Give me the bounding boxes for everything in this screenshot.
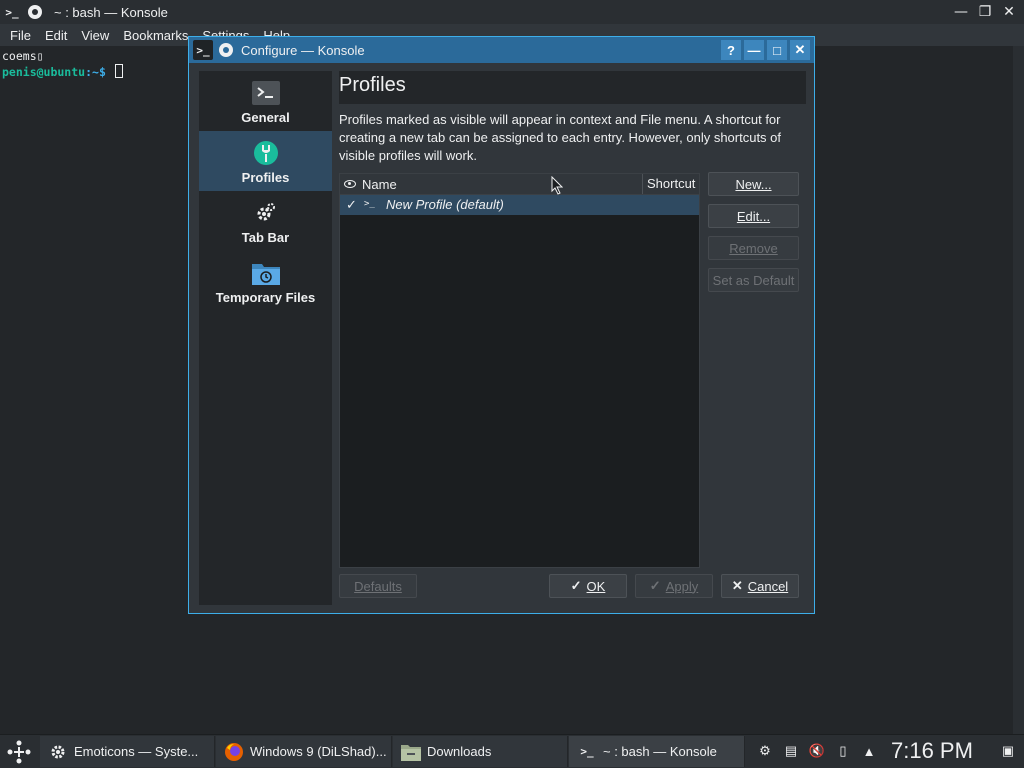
visible-checkbox[interactable]: ✓ [346, 197, 357, 213]
help-button[interactable]: ? [721, 40, 741, 60]
folder-clock-icon [251, 260, 280, 286]
column-header-name[interactable]: Name [362, 177, 397, 192]
terminal-prompt-line: penis@ubuntu:~$ [2, 64, 123, 79]
task-label: Downloads [427, 744, 492, 759]
close-button[interactable]: ✕ [790, 40, 810, 60]
task-firefox[interactable]: Windows 9 (DiLShad)... [216, 736, 392, 767]
task-label: ~ : bash — Konsole [603, 744, 717, 759]
profile-name: New Profile (default) [386, 197, 504, 212]
sidebar-item-temporary-files[interactable]: Temporary Files [199, 251, 332, 311]
minimize-button[interactable]: — [952, 3, 970, 21]
new-profile-button[interactable]: New... [708, 172, 799, 196]
sidebar-item-label: Profiles [241, 170, 290, 185]
taskbar: Emoticons — Syste... Windows 9 (DiLShad)… [0, 734, 1024, 768]
terminal-icon[interactable]: >_ [193, 40, 213, 60]
button-label: New... [735, 176, 772, 192]
set-as-default-button[interactable]: Set as Default [708, 268, 799, 292]
gears-icon [252, 200, 280, 226]
page-sidebar: General Profiles Tab Bar Temporary Files [199, 71, 332, 605]
configure-dialog: >_ Configure — Konsole ? — □ ✕ General P… [188, 36, 815, 614]
sidebar-item-label: Temporary Files [215, 290, 316, 305]
task-label: Emoticons — Syste... [74, 744, 199, 759]
cancel-button[interactable]: ✕ Cancel [721, 574, 799, 598]
prompt-path: :~$ [85, 65, 106, 79]
apply-button[interactable]: ✓ Apply [635, 574, 713, 598]
task-label: Windows 9 (DiLShad)... [250, 744, 387, 759]
pin-icon[interactable] [28, 5, 42, 19]
expand-tray-icon[interactable]: ▲ [860, 742, 878, 760]
page-title: Profiles [339, 74, 406, 96]
column-header-shortcut[interactable]: Shortcut [642, 174, 695, 194]
terminal-scrollbar[interactable] [1013, 46, 1024, 734]
close-icon: ✕ [731, 578, 743, 593]
prompt-user: penis@ubuntu [2, 65, 86, 79]
volume-muted-icon[interactable]: 🔇 [808, 742, 826, 760]
application-launcher[interactable] [2, 736, 36, 767]
settings-icon [48, 742, 68, 762]
task-downloads[interactable]: Downloads [393, 736, 568, 767]
network-icon[interactable]: ⚙ [756, 742, 774, 760]
menu-edit[interactable]: Edit [45, 28, 67, 43]
ok-button[interactable]: ✓ OK [549, 574, 627, 598]
defaults-button[interactable]: Defaults [339, 574, 417, 598]
sidebar-item-tab-bar[interactable]: Tab Bar [199, 191, 332, 251]
konsole-window-title: ~ : bash — Konsole [54, 4, 168, 20]
minimize-button[interactable]: — [744, 40, 764, 60]
terminal-icon: >_ [364, 199, 375, 209]
menu-view[interactable]: View [81, 28, 109, 43]
task-emoticons[interactable]: Emoticons — Syste... [40, 736, 215, 767]
sidebar-item-label: General [241, 110, 290, 125]
konsole-titlebar[interactable]: >_ ~ : bash — Konsole — ❐ ✕ [0, 0, 1024, 24]
button-label: Edit... [736, 208, 771, 224]
sidebar-item-label: Tab Bar [241, 230, 290, 245]
pin-icon[interactable] [219, 43, 233, 57]
remove-profile-button[interactable]: Remove [708, 236, 799, 260]
dialog-title: Configure — Konsole [241, 42, 365, 58]
terminal-icon[interactable]: >_ [2, 2, 22, 22]
button-label: Cancel [747, 578, 789, 594]
usb-device-icon[interactable]: ▯ [834, 742, 852, 760]
firefox-icon [224, 742, 244, 762]
button-label: Apply [665, 578, 699, 594]
dialog-titlebar[interactable]: >_ Configure — Konsole ? — □ ✕ [189, 37, 814, 63]
edit-profile-button[interactable]: Edit... [708, 204, 799, 228]
list-header: Name Shortcut [340, 174, 699, 195]
checkmark-icon: ✓ [570, 578, 582, 593]
terminal-icon: >_ [580, 745, 594, 758]
clock[interactable]: 7:16 PM [891, 738, 973, 764]
eye-icon[interactable] [344, 180, 356, 188]
checkmark-icon: ✓ [649, 578, 661, 593]
folder-icon [401, 742, 421, 762]
launcher-icon [7, 740, 31, 763]
sidebar-item-general[interactable]: General [199, 71, 332, 131]
profiles-icon [252, 140, 280, 166]
button-label: Set as Default [712, 272, 795, 288]
show-desktop-icon[interactable]: ▣ [997, 742, 1019, 760]
task-konsole[interactable]: >_ ~ : bash — Konsole [569, 736, 745, 767]
terminal-line: coems▯ [2, 49, 44, 63]
page-description: Profiles marked as visible will appear i… [339, 112, 782, 163]
restore-button[interactable]: ❐ [976, 3, 994, 21]
mouse-pointer-icon [551, 176, 563, 195]
maximize-button[interactable]: □ [767, 40, 787, 60]
close-button[interactable]: ✕ [1000, 3, 1018, 21]
button-label: OK [586, 578, 606, 594]
menu-file[interactable]: File [10, 28, 31, 43]
text-cursor [114, 64, 123, 78]
profile-list[interactable]: Name Shortcut ✓ >_ New Profile (default) [339, 173, 700, 568]
button-label: Defaults [354, 578, 402, 594]
table-row[interactable]: ✓ >_ New Profile (default) [340, 195, 699, 215]
page-header: Profiles [339, 71, 806, 104]
terminal-icon [251, 80, 280, 106]
sidebar-item-profiles[interactable]: Profiles [199, 131, 332, 191]
clipboard-icon[interactable]: ▤ [782, 742, 800, 760]
menu-bookmarks[interactable]: Bookmarks [123, 28, 188, 43]
button-label: Remove [729, 240, 778, 256]
